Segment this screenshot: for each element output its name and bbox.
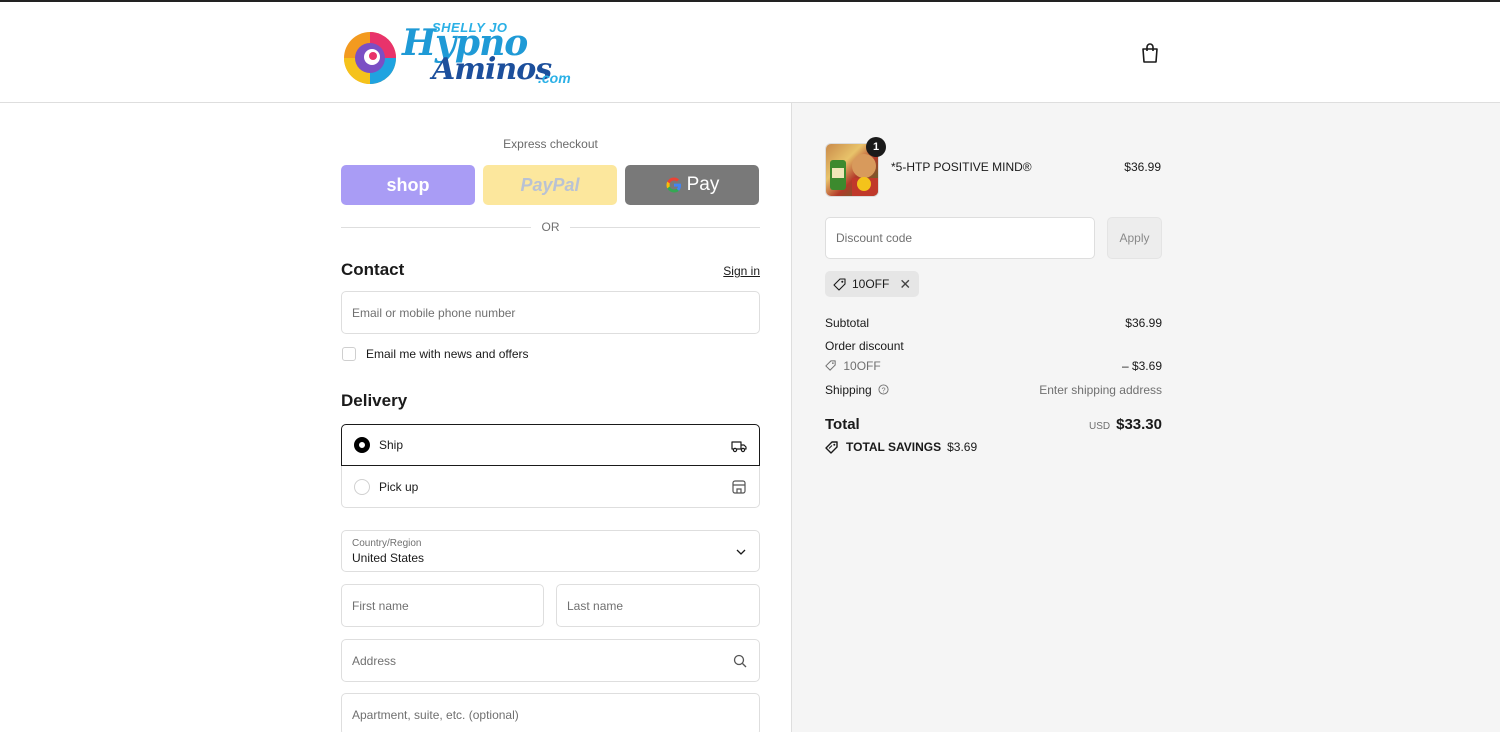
logo-com-text: .com <box>538 70 571 86</box>
address-field[interactable]: Address <box>341 639 760 682</box>
divider-line-right <box>570 227 760 228</box>
shopping-bag-icon[interactable] <box>1141 43 1159 63</box>
apartment-placeholder: Apartment, suite, etc. (optional) <box>352 707 519 722</box>
address-placeholder: Address <box>352 653 397 668</box>
discount-code-row: 10OFF – $3.69 <box>825 359 1162 373</box>
total-row: Total USD $33.30 <box>825 416 1162 438</box>
email-placeholder: Email or mobile phone number <box>352 305 516 320</box>
country-value: United States <box>352 551 425 565</box>
quantity-badge: 1 <box>866 137 886 157</box>
country-label: Country/Region <box>352 538 422 549</box>
subtotal-row: Subtotal $36.99 <box>825 316 1162 330</box>
savings-tag-icon <box>825 440 838 454</box>
email-field[interactable]: Email or mobile phone number <box>341 291 760 334</box>
paypal-label: PayPal <box>520 174 580 195</box>
country-select[interactable]: Country/Region United States <box>341 530 760 572</box>
order-discount-code: 10OFF <box>843 359 881 373</box>
tag-icon <box>833 277 846 291</box>
applied-discount-chip: 10OFF ✕ <box>825 271 920 297</box>
sign-in-link[interactable]: Sign in <box>723 264 760 278</box>
chevron-down-icon <box>736 549 746 555</box>
store-icon <box>732 480 746 494</box>
shipping-row: Shipping ? Enter shipping address <box>825 383 1162 397</box>
order-discount-value: – $3.69 <box>1121 359 1162 373</box>
shipping-label: Shipping <box>825 383 872 397</box>
express-checkout-label: Express checkout <box>503 137 598 151</box>
discount-code-input[interactable]: Discount code <box>825 217 1095 259</box>
google-pay-label: Pay <box>686 174 720 195</box>
ship-label: Ship <box>379 438 404 452</box>
currency-code: USD <box>1088 421 1111 432</box>
delivery-option-ship[interactable]: Ship <box>341 424 760 466</box>
total-value: $33.30 <box>1116 416 1162 433</box>
delivery-option-pickup[interactable]: Pick up <box>341 466 760 508</box>
product-name: *5-HTP POSITIVE MIND® <box>891 160 1032 174</box>
svg-text:?: ? <box>882 385 886 394</box>
savings-value: $3.69 <box>947 440 978 454</box>
contact-heading: Contact <box>341 260 405 279</box>
total-label: Total <box>825 416 860 433</box>
paypal-button[interactable]: PayPal <box>483 165 617 205</box>
help-icon[interactable]: ? <box>878 384 889 395</box>
shipping-value: Enter shipping address <box>1039 383 1162 397</box>
ship-radio[interactable] <box>354 437 370 453</box>
pickup-label: Pick up <box>379 479 419 494</box>
google-pay-button[interactable]: Pay <box>625 165 759 205</box>
site-header: SHELLY JO Hypno Aminos .com <box>0 2 1500 103</box>
order-summary: 1 *5-HTP POSITIVE MIND® $36.99 Discount … <box>791 103 1500 732</box>
swirl-logo-icon <box>344 32 396 84</box>
truck-icon <box>731 441 747 453</box>
tag-icon <box>825 360 836 371</box>
last-name-placeholder: Last name <box>567 598 624 613</box>
search-icon <box>733 654 747 668</box>
total-amount: USD $33.30 <box>1089 416 1162 433</box>
remove-discount-icon[interactable]: ✕ <box>899 276 911 293</box>
applied-code: 10OFF <box>852 277 890 291</box>
store-logo[interactable]: SHELLY JO Hypno Aminos .com <box>342 18 572 90</box>
apartment-field[interactable]: Apartment, suite, etc. (optional) <box>341 693 760 732</box>
delivery-heading: Delivery <box>341 391 408 410</box>
pickup-radio[interactable] <box>354 478 370 495</box>
news-checkbox[interactable] <box>342 347 356 361</box>
shop-pay-button[interactable]: shop <box>341 165 475 205</box>
or-divider: OR <box>341 219 760 235</box>
apply-button[interactable]: Apply <box>1107 217 1162 259</box>
shop-pay-label: shop <box>386 174 430 195</box>
news-label: Email me with news and offers <box>366 347 529 361</box>
news-opt-in-row[interactable]: Email me with news and offers <box>342 347 529 361</box>
last-name-field[interactable]: Last name <box>556 584 760 627</box>
google-g-icon <box>666 177 681 193</box>
order-discount-label: Order discount <box>825 339 904 353</box>
subtotal-label: Subtotal <box>825 316 870 330</box>
order-discount-row: Order discount <box>825 339 1162 353</box>
discount-placeholder: Discount code <box>836 231 913 245</box>
total-savings: TOTAL SAVINGS $3.69 <box>825 440 977 454</box>
product-price: $36.99 <box>1124 160 1161 174</box>
logo-aminos-text: Aminos <box>432 52 552 87</box>
first-name-field[interactable]: First name <box>341 584 544 627</box>
first-name-placeholder: First name <box>352 598 409 613</box>
subtotal-value: $36.99 <box>1125 316 1162 330</box>
savings-label: TOTAL SAVINGS <box>846 440 942 454</box>
